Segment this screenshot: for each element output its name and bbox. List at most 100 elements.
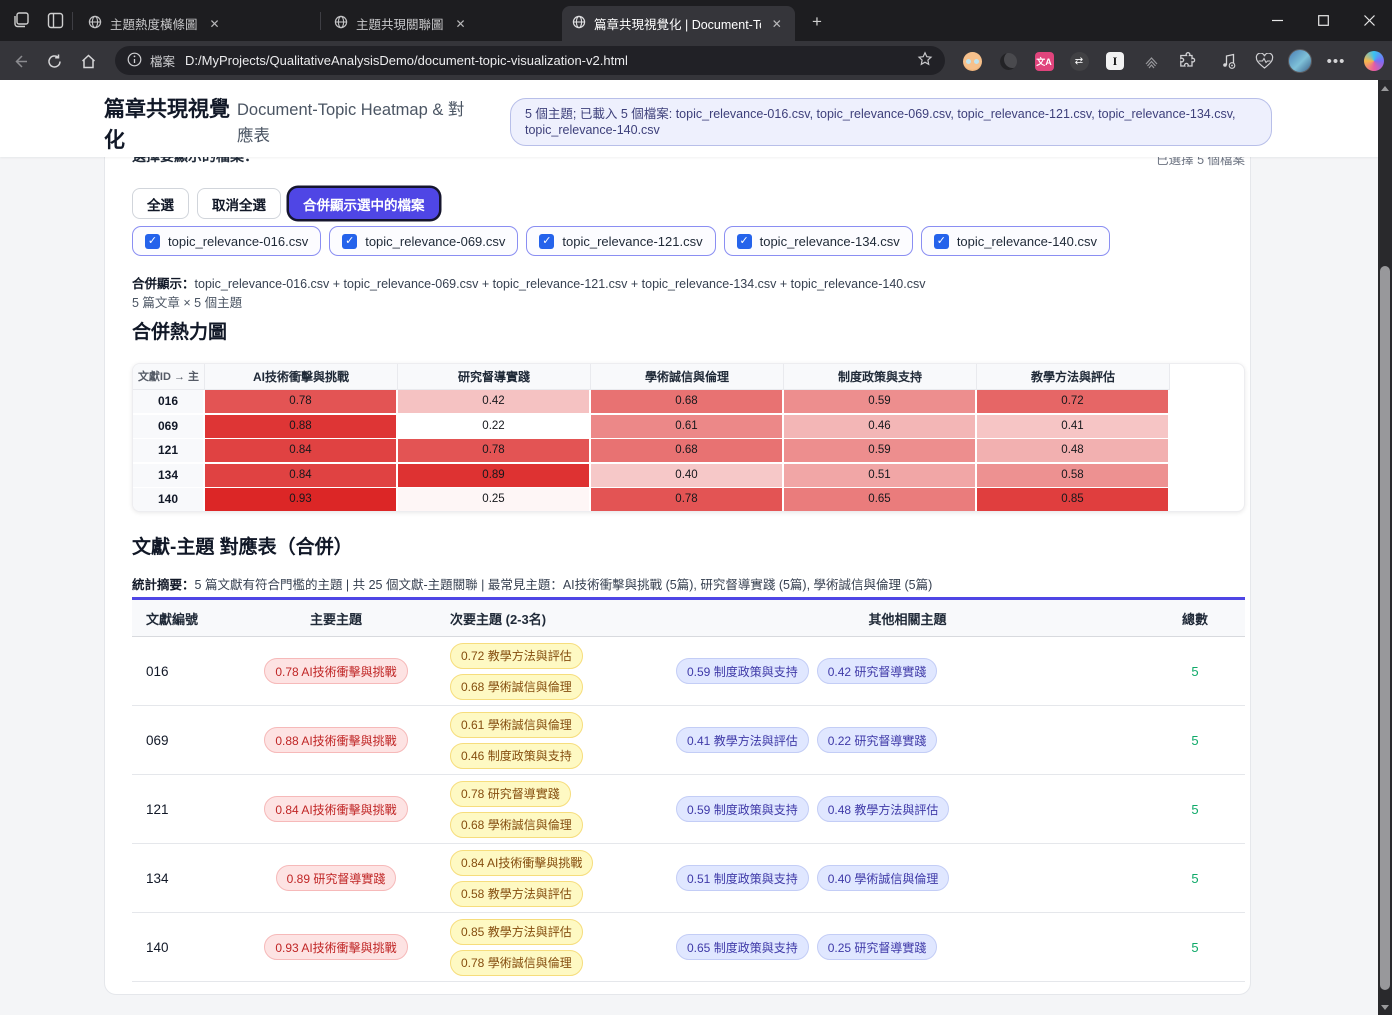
scrollbar-thumb[interactable] xyxy=(1380,266,1390,990)
secondary-topics-cell: 0.85 教學方法與評估 0.78 學術誠信與倫理 xyxy=(432,918,670,976)
other-topic-pill: 0.25 研究督導實踐 xyxy=(816,934,938,960)
translate-extension-icon[interactable]: 文A xyxy=(1032,49,1056,73)
file-checkbox-topic_relevance-016.csv[interactable]: ✓ topic_relevance-016.csv xyxy=(132,226,322,256)
page-title: 篇章共現視覺化 xyxy=(104,98,230,152)
other-topic-pill: 0.59 制度政策與支持 xyxy=(676,796,809,822)
heatmap-row-121: 121 0.84 0.78 0.68 0.59 0.48 xyxy=(133,439,1244,464)
mapping-title: 文獻-主題 對應表（合併） xyxy=(132,537,353,558)
file-checkbox-topic_relevance-134.csv[interactable]: ✓ topic_relevance-134.csv xyxy=(723,226,913,256)
heatmap-cell: 0.72 xyxy=(977,390,1168,413)
tab-close-icon[interactable]: ✕ xyxy=(452,15,470,33)
merge-display-button[interactable]: 合併顯示選中的檔案 xyxy=(289,188,439,219)
other-topics-cell: 0.59 制度政策與支持 0.42 研究督導實踐 xyxy=(670,658,1145,684)
home-icon[interactable] xyxy=(76,49,100,73)
heatmap-row-134: 134 0.84 0.89 0.40 0.51 0.58 xyxy=(133,463,1244,489)
copilot-icon[interactable] xyxy=(1362,49,1386,73)
total-count: 5 xyxy=(1191,939,1199,955)
extensions-puzzle-icon[interactable] xyxy=(1175,49,1199,73)
tab-close-icon[interactable]: ✕ xyxy=(769,15,785,33)
tab-activity-icon[interactable] xyxy=(10,9,32,31)
file-checkbox-topic_relevance-069.csv[interactable]: ✓ topic_relevance-069.csv xyxy=(329,226,519,256)
tab-topic-cooccurrence[interactable]: 主題共現關聯圖 ✕ xyxy=(324,6,558,41)
scroll-up-arrow-icon[interactable] xyxy=(1381,86,1389,91)
total-count: 5 xyxy=(1191,801,1199,817)
col-primary-topic: 主要主題 xyxy=(309,611,362,627)
checkbox-checked-icon[interactable]: ✓ xyxy=(342,233,358,249)
file-checkbox-label: topic_relevance-016.csv xyxy=(168,233,309,249)
secondary-topics-cell: 0.84 AI技術衝擊與挑戰 0.58 教學方法與評估 xyxy=(432,849,670,907)
new-tab-button[interactable]: + xyxy=(806,11,828,33)
extension-avatar-icon[interactable] xyxy=(960,49,984,73)
secondary-topic-pill: 0.72 教學方法與評估 xyxy=(450,642,583,669)
file-checkbox-label: topic_relevance-140.csv xyxy=(956,233,1098,249)
page-subtitle: Document-Topic Heatmap & 對應表 xyxy=(237,101,465,145)
primary-topic-cell: 0.78 AI技術衝擊與挑戰 xyxy=(240,658,432,684)
select-all-button[interactable]: 全選 xyxy=(132,188,189,219)
file-checkbox-topic_relevance-121.csv[interactable]: ✓ topic_relevance-121.csv xyxy=(526,226,716,256)
page-info-icon[interactable] xyxy=(127,52,142,70)
address-bar[interactable]: 檔案 D:/MyProjects/QualitativeAnalysisDemo… xyxy=(115,46,945,75)
secondary-topic-pill: 0.68 學術誠信與倫理 xyxy=(450,811,583,838)
media-note-extension-icon[interactable] xyxy=(1217,49,1241,73)
doc-id: 121 xyxy=(146,801,169,817)
heatmap-col-header: AI技術衝擊與挑戰 xyxy=(205,364,398,390)
refresh-icon[interactable] xyxy=(42,49,66,73)
file-controls: 全選 取消全選 合併顯示選中的檔案 xyxy=(132,188,439,219)
heatmap-corner-label: 文獻ID → 主題 xyxy=(133,364,205,409)
other-topics-cell: 0.59 制度政策與支持 0.48 教學方法與評估 xyxy=(670,796,1145,822)
mapping-table: 文獻編號 主要主題 次要主題 (2-3名) 其他相關主題 總數 016 0.78 … xyxy=(132,597,1245,982)
other-topics-cell: 0.51 制度政策與支持 0.40 學術誠信與倫理 xyxy=(670,865,1145,891)
heatmap-row-016: 016 0.78 0.42 0.68 0.59 0.72 xyxy=(133,390,1244,415)
heatmap-cell: 0.48 xyxy=(977,439,1168,463)
secondary-topic-pill: 0.85 教學方法與評估 xyxy=(450,918,583,945)
heatmap-cell: 0.78 xyxy=(591,488,782,511)
secondary-topics-cell: 0.78 研究督導實踐 0.68 學術誠信與倫理 xyxy=(432,780,670,838)
chevron-stack-extension-icon[interactable] xyxy=(1139,49,1163,73)
deselect-all-button[interactable]: 取消全選 xyxy=(197,188,281,219)
heatmap-cell: 0.78 xyxy=(398,439,589,463)
tab-topic-heat-bar[interactable]: 主題熱度橫條圖 ✕ xyxy=(78,6,316,41)
heatmap-cell: 0.46 xyxy=(784,414,975,438)
window-close-button[interactable] xyxy=(1346,0,1392,40)
merge-dims: 5 篇文章 × 5 個主題 xyxy=(132,296,243,310)
dark-circle-extension-icon[interactable]: ⇄ xyxy=(1067,49,1091,73)
heatmap-col-header: 教學方法與評估 xyxy=(977,364,1170,390)
heatmap-table: 文獻ID → 主題AI技術衝擊與挑戰研究督導實踐學術誠信與倫理制度政策與支持教學… xyxy=(132,363,1245,512)
checkbox-checked-icon[interactable]: ✓ xyxy=(539,233,555,249)
secondary-topics-cell: 0.72 教學方法與評估 0.68 學術誠信與倫理 xyxy=(432,642,670,700)
primary-topic-pill: 0.89 研究督導實踐 xyxy=(275,865,397,891)
heatmap-row-id: 121 xyxy=(133,439,203,463)
checkbox-checked-icon[interactable]: ✓ xyxy=(933,233,949,249)
checkbox-checked-icon[interactable]: ✓ xyxy=(736,233,752,249)
checkbox-checked-icon[interactable]: ✓ xyxy=(145,233,160,249)
heatmap-cell: 0.42 xyxy=(398,390,589,413)
window-maximize-button[interactable] xyxy=(1300,0,1346,40)
bookmark-star-icon[interactable] xyxy=(917,51,933,70)
heatmap-cell: 0.59 xyxy=(784,390,975,413)
heatmap-cell: 0.84 xyxy=(205,439,396,463)
file-checkbox-row: ✓ topic_relevance-016.csv ✓ topic_relevance… xyxy=(132,226,1111,256)
file-checkbox-topic_relevance-140.csv[interactable]: ✓ topic_relevance-140.csv xyxy=(920,226,1111,256)
window-minimize-button[interactable] xyxy=(1254,0,1300,40)
profile-avatar[interactable] xyxy=(1288,49,1312,73)
heatmap-row-id: 134 xyxy=(133,463,203,487)
heatmap-title: 合併熱力圖 xyxy=(132,322,228,343)
tab-document-topic-active[interactable]: 篇章共現視覺化 | Document-Topi ✕ xyxy=(562,6,795,41)
browser-titlebar: 主題熱度橫條圖 ✕ 主題共現關聯圖 ✕ 篇章共現視覺化 | Document-T… xyxy=(0,0,1392,41)
other-topics-cell: 0.65 制度政策與支持 0.25 研究督導實踐 xyxy=(670,934,1145,960)
heatmap-row-id: 140 xyxy=(133,488,203,511)
heatmap-cell: 0.68 xyxy=(591,390,782,413)
tab-divider xyxy=(320,12,321,30)
back-icon[interactable] xyxy=(8,49,32,73)
capital-i-extension-icon[interactable]: I xyxy=(1103,49,1127,73)
more-menu-icon[interactable]: ••• xyxy=(1324,49,1348,73)
vertical-tabs-icon[interactable] xyxy=(44,9,66,31)
tab-close-icon[interactable]: ✕ xyxy=(206,15,224,33)
health-pulse-extension-icon[interactable] xyxy=(1252,49,1276,73)
doc-id: 016 xyxy=(146,663,169,679)
dark-mode-moon-icon[interactable] xyxy=(996,49,1020,73)
scrollbar[interactable] xyxy=(1378,80,1392,1015)
heatmap-col-header: 學術誠信與倫理 xyxy=(591,364,784,390)
merge-info-files: topic_relevance-016.csv + topic_relevanc… xyxy=(194,277,926,291)
scroll-down-arrow-icon[interactable] xyxy=(1381,1005,1389,1010)
